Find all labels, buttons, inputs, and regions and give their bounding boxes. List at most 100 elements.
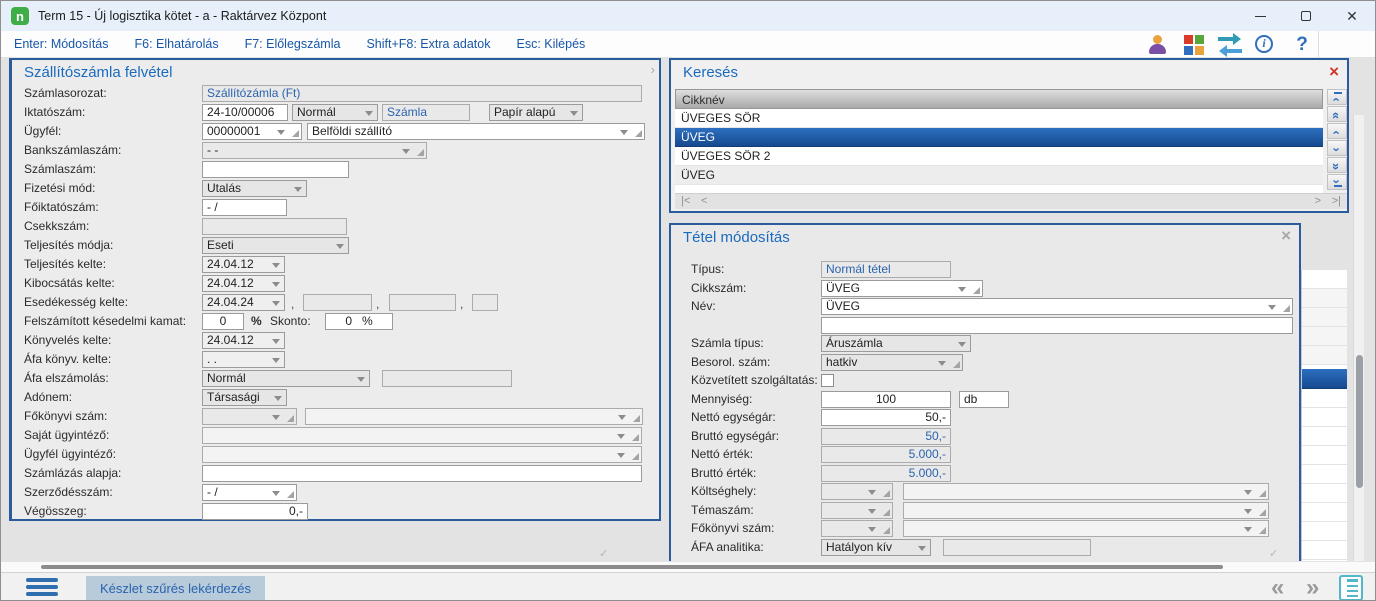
- vertical-scrollbar[interactable]: [1353, 115, 1364, 561]
- hamburger-menu-icon[interactable]: [26, 578, 58, 598]
- doc-type-field[interactable]: Számla: [382, 104, 470, 121]
- nav-next-icon[interactable]: >: [1315, 195, 1321, 207]
- info-icon[interactable]: i: [1254, 34, 1278, 56]
- sajat-ugyintezo-combo[interactable]: [202, 427, 642, 444]
- document-list-icon[interactable]: [1339, 575, 1363, 601]
- search-result-row[interactable]: ÜVEGES SÖR 2: [675, 147, 1323, 166]
- besorol-szam-combo[interactable]: hatkiv: [821, 354, 963, 371]
- menu-item-kilepes[interactable]: Esc: Kilépés: [503, 37, 598, 51]
- iktatoszam-type-select[interactable]: Normál: [292, 104, 378, 121]
- menu-item-elhatarolas[interactable]: F6: Elhatárolás: [122, 37, 232, 51]
- search-hscrollbar[interactable]: |< < > >|: [675, 193, 1347, 209]
- szamlazas-alapja-input[interactable]: [202, 465, 642, 482]
- scroll-page-up-button[interactable]: «: [1327, 106, 1347, 122]
- scroll-up-button[interactable]: ‹: [1327, 123, 1347, 139]
- item-modify-close-icon[interactable]: ×: [1281, 227, 1291, 244]
- esedekesseg-extra-3[interactable]: [472, 294, 498, 311]
- selected-item-row-fragment: [1302, 369, 1347, 389]
- afa-analitika-select[interactable]: Hatályon kív: [821, 539, 931, 556]
- scroll-top-button[interactable]: ‹: [1327, 89, 1347, 105]
- mennyiseg-input[interactable]: 100: [821, 391, 951, 408]
- adonem-select[interactable]: Társasági: [202, 389, 287, 406]
- szamlasorozat-field[interactable]: Szállítózámla (Ft): [202, 85, 642, 102]
- scroll-down-button[interactable]: ›: [1327, 140, 1347, 156]
- fokonyvi-nev-combo[interactable]: [305, 408, 643, 425]
- menu-item-elolegszamla[interactable]: F7: Előlegszámla: [232, 37, 354, 51]
- search-result-row-selected[interactable]: ÜVEG: [675, 128, 1323, 147]
- vertical-scrollbar-thumb[interactable]: [1356, 355, 1363, 488]
- maximize-button[interactable]: [1283, 1, 1329, 31]
- afa-elszamolas-extra[interactable]: [382, 370, 512, 387]
- minimize-button[interactable]: [1237, 1, 1283, 31]
- item-fokonyvi-code-combo[interactable]: [821, 520, 893, 537]
- nav-first-icon[interactable]: |<: [681, 195, 690, 207]
- koltseghely-code-combo[interactable]: [821, 483, 893, 500]
- menu-item-extra-adatok[interactable]: Shift+F8: Extra adatok: [353, 37, 503, 51]
- iktatoszam-input[interactable]: 24-10/00006: [202, 104, 288, 121]
- ugyfel-code-combo[interactable]: 00000001: [202, 123, 302, 140]
- koltseghely-name-combo[interactable]: [903, 483, 1269, 500]
- esedekesseg-kelte-date[interactable]: 24.04.24: [202, 294, 285, 311]
- cikkszam-combo[interactable]: ÜVEG: [821, 280, 983, 297]
- ugyfel-ugyintezo-combo[interactable]: [202, 446, 642, 463]
- keszlet-szures-button[interactable]: Készlet szűrés lekérdezés: [86, 576, 265, 600]
- kozvetitett-checkbox[interactable]: [821, 374, 834, 387]
- help-icon[interactable]: ?: [1290, 34, 1314, 56]
- nev-extra-input[interactable]: [821, 317, 1293, 334]
- szamla-tipus-select[interactable]: Áruszámla: [821, 335, 971, 352]
- teljesites-kelte-date[interactable]: 24.04.12: [202, 256, 285, 273]
- teljesites-modja-select[interactable]: Eseti: [202, 237, 349, 254]
- szerzodesszam-combo[interactable]: - /: [202, 484, 297, 501]
- temaszam-name-combo[interactable]: [903, 502, 1269, 519]
- field-label: Bruttó érték:: [691, 466, 756, 481]
- fizetesi-mod-select[interactable]: Utalás: [202, 180, 307, 197]
- skonto-input[interactable]: 0%: [325, 313, 393, 330]
- chevron-down-icon: [272, 339, 280, 344]
- close-button[interactable]: ✕: [1329, 1, 1375, 31]
- nev-combo[interactable]: ÜVEG: [821, 298, 1293, 315]
- apps-grid-icon[interactable]: [1182, 34, 1206, 56]
- esedekesseg-extra-1[interactable]: [303, 294, 372, 311]
- esedekesseg-extra-2[interactable]: [389, 294, 456, 311]
- kesedelmi-kamat-input[interactable]: 0: [202, 313, 244, 330]
- medium-select[interactable]: Papír alapú: [489, 104, 583, 121]
- chevron-down-icon: [272, 358, 280, 363]
- afa-elszamolas-select[interactable]: Normál: [202, 370, 370, 387]
- column-header-cikknev[interactable]: Cikknév: [675, 89, 1323, 109]
- afa-analitika-extra[interactable]: [943, 539, 1091, 556]
- separator: ,: [291, 297, 294, 311]
- afa-konyv-kelte-date[interactable]: . .: [202, 351, 285, 368]
- vegosszeg-field[interactable]: 0,-: [202, 503, 308, 520]
- page-prev-icon[interactable]: «: [1271, 573, 1284, 601]
- user-icon[interactable]: [1146, 34, 1170, 56]
- scroll-bottom-button[interactable]: ›: [1327, 174, 1347, 190]
- close-icon: ✕: [1346, 9, 1358, 23]
- panel-collapse-icon[interactable]: ›: [651, 62, 655, 77]
- search-result-row[interactable]: ÜVEG: [675, 166, 1323, 185]
- szamlaszam-input[interactable]: [202, 161, 349, 178]
- horizontal-scrollbar[interactable]: [1, 561, 1376, 572]
- nav-prev-icon[interactable]: <: [701, 195, 707, 207]
- horizontal-scrollbar-thumb[interactable]: [41, 565, 1223, 569]
- mennyiseg-unit-field[interactable]: db: [959, 391, 1009, 408]
- konyveles-kelte-date[interactable]: 24.04.12: [202, 332, 285, 349]
- scroll-page-down-button[interactable]: »: [1327, 157, 1347, 173]
- nav-last-icon[interactable]: >|: [1332, 195, 1341, 207]
- netto-egysegar-input[interactable]: 50,-: [821, 409, 951, 426]
- ugyfel-name-combo[interactable]: Belföldi szállító: [307, 123, 645, 140]
- search-result-row[interactable]: ÜVEGES SÖR: [675, 109, 1323, 128]
- kibocsatas-kelte-date[interactable]: 24.04.12: [202, 275, 285, 292]
- menu-item-modositas[interactable]: Enter: Módosítás: [1, 37, 122, 51]
- item-fokonyvi-name-combo[interactable]: [903, 520, 1269, 537]
- search-close-icon[interactable]: ×: [1329, 63, 1339, 80]
- title-bar: n Term 15 - Új logisztika kötet - a - Ra…: [1, 1, 1375, 31]
- page-next-icon[interactable]: »: [1306, 573, 1319, 601]
- bankszamlaszam-combo[interactable]: - -: [202, 142, 427, 159]
- temaszam-code-combo[interactable]: [821, 502, 893, 519]
- transfer-arrows-icon[interactable]: [1218, 34, 1242, 56]
- foiktatoszam-input[interactable]: - /: [202, 199, 287, 216]
- csekkszam-input[interactable]: [202, 218, 347, 235]
- fokonyvi-szam-combo[interactable]: [202, 408, 297, 425]
- field-label: Ügyfél ügyintéző:: [24, 447, 116, 462]
- field-label: Adónem:: [24, 390, 72, 405]
